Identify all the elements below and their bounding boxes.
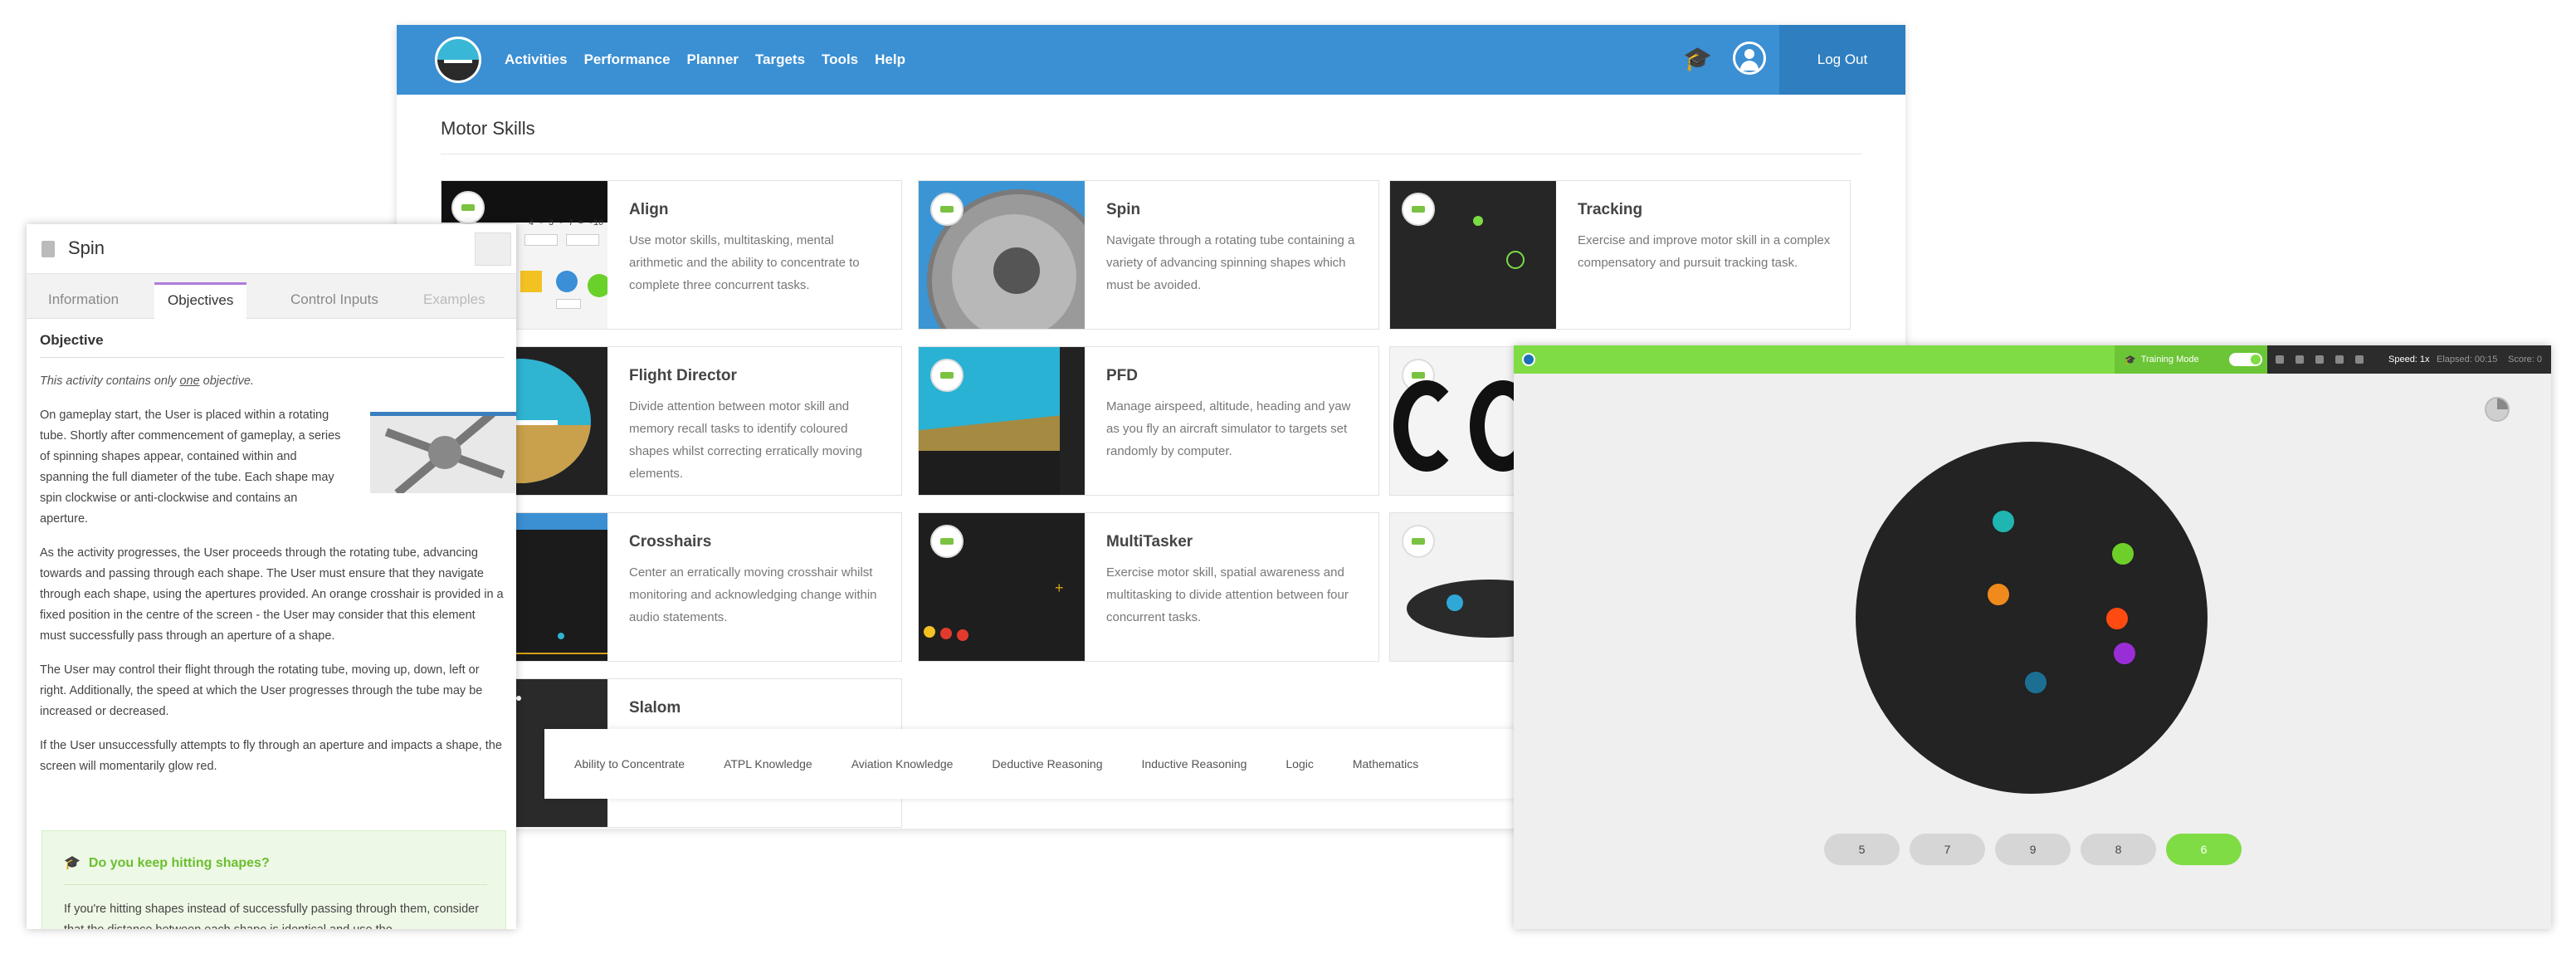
spin-detail-panel: Spin Information Objectives Control Inpu… — [27, 224, 516, 929]
tip-text: If you're hitting shapes instead of succ… — [64, 903, 480, 929]
card-title: Tracking — [1578, 201, 1643, 218]
graduation-cap-icon[interactable]: 🎓 — [1683, 46, 1713, 71]
graduation-cap-icon: 🎓 — [64, 856, 80, 870]
objective-paragraph: If the User unsuccessfully attempts to f… — [40, 739, 502, 773]
card-description: Use motor skills, multitasking, mental a… — [629, 233, 860, 292]
card-description: Center an erratically moving crosshair w… — [629, 565, 877, 624]
objective-paragraph: On gameplay start, the User is placed wi… — [40, 409, 341, 526]
tip-title: 🎓 Do you keep hitting shapes? — [64, 856, 270, 870]
graduation-badge-icon — [1402, 193, 1435, 226]
tab-information[interactable]: Information — [35, 282, 132, 319]
objective-heading: Objective — [40, 332, 505, 358]
card-description: Divide attention between motor skill and… — [629, 399, 862, 481]
filter-mathematics[interactable]: Mathematics — [1353, 757, 1418, 771]
panel-header: Spin — [27, 224, 516, 274]
target-dot — [2105, 606, 2130, 631]
card-title: Flight Director — [629, 367, 737, 384]
card-title: Align — [629, 201, 669, 218]
nav-targets[interactable]: Targets — [755, 51, 805, 68]
multitasker-thumbnail: + — [919, 513, 1085, 661]
objective-paragraph: The User may control their flight throug… — [40, 663, 483, 718]
activity-card-tracking[interactable]: Tracking Exercise and improve motor skil… — [1389, 180, 1851, 330]
collapse-panel-icon[interactable] — [475, 232, 511, 266]
answer-options: 5 7 9 8 6 — [1824, 834, 2242, 865]
tip-box: 🎓 Do you keep hitting shapes? If you're h… — [41, 830, 506, 929]
panel-tabs: Information Objectives Control Inputs Ex… — [27, 274, 516, 319]
user-avatar-icon[interactable] — [1733, 42, 1766, 75]
activity-card-multitasker[interactable]: + MultiTasker Exercise motor skill, spat… — [918, 512, 1379, 662]
activity-card-spin[interactable]: Spin Navigate through a rotating tube co… — [918, 180, 1379, 330]
nav-tools[interactable]: Tools — [822, 51, 858, 68]
card-description: Manage airspeed, altitude, heading and y… — [1106, 399, 1351, 458]
answer-button[interactable]: 5 — [1824, 834, 1900, 865]
tab-objectives[interactable]: Objectives — [154, 282, 247, 319]
tracking-game-window: 🎓 Training Mode Speed: 1x Elapsed: 00:15… — [1514, 345, 2551, 929]
top-navbar: Activities Performance Planner Targets T… — [397, 25, 1905, 95]
card-title: Crosshairs — [629, 533, 712, 550]
card-title: PFD — [1106, 367, 1138, 384]
nav-performance[interactable]: Performance — [584, 51, 671, 68]
card-description: Navigate through a rotating tube contain… — [1106, 233, 1355, 292]
objective-paragraph: As the activity progresses, the User pro… — [40, 546, 504, 643]
filter-ability-to-concentrate[interactable]: Ability to Concentrate — [574, 757, 685, 771]
objective-content: Objective This activity contains only on… — [40, 332, 516, 777]
target-dot — [2110, 541, 2135, 566]
answer-button[interactable]: 8 — [2081, 834, 2156, 865]
card-title: Slalom — [629, 699, 681, 717]
answer-button[interactable]: 9 — [1995, 834, 2071, 865]
target-dot — [1986, 582, 2011, 607]
answer-button-selected[interactable]: 6 — [2166, 834, 2242, 865]
document-icon — [41, 241, 55, 257]
panel-title: Spin — [68, 237, 105, 258]
target-dot — [2023, 670, 2048, 695]
card-title: Spin — [1106, 201, 1141, 218]
objective-intro: This activity contains only one objectiv… — [40, 374, 254, 388]
tab-control-inputs[interactable]: Control Inputs — [277, 282, 392, 319]
tracking-thumbnail — [1390, 181, 1556, 329]
nav-help[interactable]: Help — [875, 51, 905, 68]
skill-filter-bar: Ability to Concentrate ATPL Knowledge Av… — [544, 729, 1540, 799]
nav-planner[interactable]: Planner — [687, 51, 739, 68]
divider — [64, 884, 487, 885]
nav-activities[interactable]: Activities — [505, 51, 568, 68]
app-logo[interactable] — [435, 37, 481, 83]
filter-aviation-knowledge[interactable]: Aviation Knowledge — [851, 757, 954, 771]
graduation-badge-icon — [451, 191, 485, 224]
target-dot — [2112, 641, 2137, 666]
pfd-thumbnail — [919, 347, 1085, 495]
answer-button[interactable]: 7 — [1910, 834, 1985, 865]
target-dot — [1991, 509, 2016, 534]
graduation-badge-icon — [930, 525, 964, 558]
filter-atpl-knowledge[interactable]: ATPL Knowledge — [724, 757, 812, 771]
filter-deductive-reasoning[interactable]: Deductive Reasoning — [992, 757, 1102, 771]
activity-card-pfd[interactable]: PFD Manage airspeed, altitude, heading a… — [918, 346, 1379, 496]
card-description: Exercise and improve motor skill in a co… — [1578, 233, 1831, 270]
tab-examples[interactable]: Examples — [410, 282, 499, 319]
graduation-badge-icon — [930, 359, 964, 392]
card-description: Exercise motor skill, spatial awareness … — [1106, 565, 1349, 624]
spin-thumbnail — [919, 181, 1085, 329]
arena-circle — [1856, 442, 2208, 794]
filter-logic[interactable]: Logic — [1286, 757, 1313, 771]
card-title: MultiTasker — [1106, 533, 1193, 550]
graduation-badge-icon — [930, 193, 964, 226]
graduation-badge-icon — [1402, 525, 1435, 558]
filter-inductive-reasoning[interactable]: Inductive Reasoning — [1142, 757, 1247, 771]
spin-screenshot-image — [370, 412, 516, 493]
section-title: Motor Skills — [441, 118, 535, 139]
nav-links: Activities Performance Planner Targets T… — [505, 25, 905, 95]
logout-button[interactable]: Log Out — [1779, 25, 1905, 95]
